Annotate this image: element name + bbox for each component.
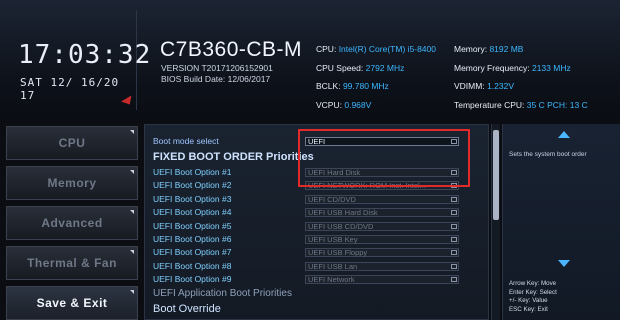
boot-option-9-select[interactable]: UEFI Network [305,275,459,284]
nav-save-exit[interactable]: Save & Exit [6,286,138,320]
sysinfo-right: Memory: 8192 MB Memory Frequency: 2133 M… [454,40,588,114]
clock-time: 17:03:32 [18,40,152,70]
sysinfo-left: CPU: Intel(R) Core(TM) i5-8400 CPU Speed… [316,40,436,114]
model-name: C7B360-CB-M [160,38,303,61]
help-panel: Sets the system boot order Arrow Key: Mo… [502,124,620,320]
uefi-app-boot-priorities[interactable]: UEFI Application Boot Priorities [153,288,292,299]
boot-option-7-select[interactable]: UEFI USB Floppy [305,248,459,257]
sysinfo-cpu-speed: CPU Speed: 2792 MHz [316,62,405,73]
boot-option-4-select[interactable]: UEFI USB Hard Disk [305,208,459,217]
boot-option-1-label: UEFI Boot Option #1 [153,167,232,177]
dropdown-icon [451,210,457,215]
boot-option-7-label: UEFI Boot Option #7 [153,247,232,257]
boot-option-5-label: UEFI Boot Option #5 [153,221,232,231]
clock-date: SAT 12/ 16/20 17 [20,76,120,102]
boot-option-value: UEFI Network [308,275,355,284]
corner-icon [130,250,134,254]
nav-label: CPU [58,136,86,150]
boot-option-value: UEFI CD/DVD [308,195,356,204]
boot-option-9-label: UEFI Boot Option #9 [153,274,232,284]
corner-icon [130,290,134,294]
sysinfo-memory: Memory: 8192 MB [454,44,524,54]
boot-option-value: UEFI USB Lan [308,262,358,271]
sysinfo-vdimm: VDIMM: 1.232V [454,81,515,91]
scroll-down-icon[interactable] [558,260,570,267]
main-scrollbar[interactable] [491,124,500,320]
help-text: Sets the system boot order [509,151,587,158]
sysinfo-bclk: BCLK: 99.780 MHz [316,81,389,91]
key-exit: ESC Key: Exit [509,305,548,313]
dropdown-icon [451,277,457,282]
boot-option-value: UEFI USB Floppy [308,248,368,257]
key-select: Enter Key: Select [509,288,557,296]
boot-option-value: UEFI USB Key [308,235,358,244]
nav-cpu[interactable]: CPU [6,126,138,160]
left-nav: CPU Memory Advanced Thermal & Fan Save &… [0,124,140,320]
boot-option-8-label: UEFI Boot Option #8 [153,261,232,271]
nav-label: Thermal & Fan [27,256,117,270]
sysinfo-vcpu: VCPU: 0.968V [316,99,372,110]
version-text: VERSION T20171206152901 [161,63,273,73]
dropdown-icon [451,224,457,229]
boot-option-value: UEFI USB Hard Disk [308,208,378,217]
corner-icon [130,130,134,134]
sysinfo-cpu: CPU: Intel(R) Core(TM) i5-8400 [316,44,436,54]
boot-option-3-select[interactable]: UEFI CD/DVD [305,195,459,204]
key-move: Arrow Key: Move [509,280,557,287]
dropdown-icon [451,197,457,202]
boot-option-3-label: UEFI Boot Option #3 [153,194,232,204]
bios-screen: 17:03:32 SAT 12/ 16/20 17 C7B360-CB-M VE… [0,0,620,320]
dropdown-icon [451,250,457,255]
boot-override-heading: Boot Override [153,303,221,315]
dropdown-icon [451,264,457,269]
boot-option-6-label: UEFI Boot Option #6 [153,234,232,244]
nav-label: Memory [47,176,97,190]
scrollbar-thumb[interactable] [493,130,499,220]
boot-option-value: UEFI USB CD/DVD [308,222,374,231]
sysinfo-mem-frequency: Memory Frequency: 2133 MHz [454,62,571,73]
boot-mode-label: Boot mode select [153,136,219,146]
boot-option-2-label: UEFI Boot Option #2 [153,180,232,190]
clock-panel: 17:03:32 SAT 12/ 16/20 17 [8,10,150,110]
boot-option-5-select[interactable]: UEFI USB CD/DVD [305,222,459,231]
scroll-up-icon[interactable] [558,131,570,138]
header: 17:03:32 SAT 12/ 16/20 17 C7B360-CB-M VE… [0,0,620,120]
main-panel: Boot mode select UEFI FIXED BOOT ORDER P… [144,124,489,320]
nav-thermal-fan[interactable]: Thermal & Fan [6,246,138,280]
fixed-boot-order-heading: FIXED BOOT ORDER Priorities [153,151,314,163]
key-legend: Arrow Key: Move Enter Key: Select +/- Ke… [509,280,557,314]
corner-icon [130,210,134,214]
nav-advanced[interactable]: Advanced [6,206,138,240]
boot-option-4-label: UEFI Boot Option #4 [153,207,232,217]
corner-icon [130,170,134,174]
nav-memory[interactable]: Memory [6,166,138,200]
bios-build-date: BIOS Build Date: 12/06/2017 [161,74,271,84]
dropdown-icon [451,237,457,242]
boot-option-6-select[interactable]: UEFI USB Key [305,235,459,244]
sysinfo-temperature: Temperature CPU: 35 C PCH: 13 C [454,99,588,110]
nav-label: Advanced [41,216,103,230]
highlight-box [298,129,470,187]
nav-label: Save & Exit [36,296,108,310]
key-value: +/- Key: Value [509,297,548,304]
boot-option-8-select[interactable]: UEFI USB Lan [305,262,459,271]
